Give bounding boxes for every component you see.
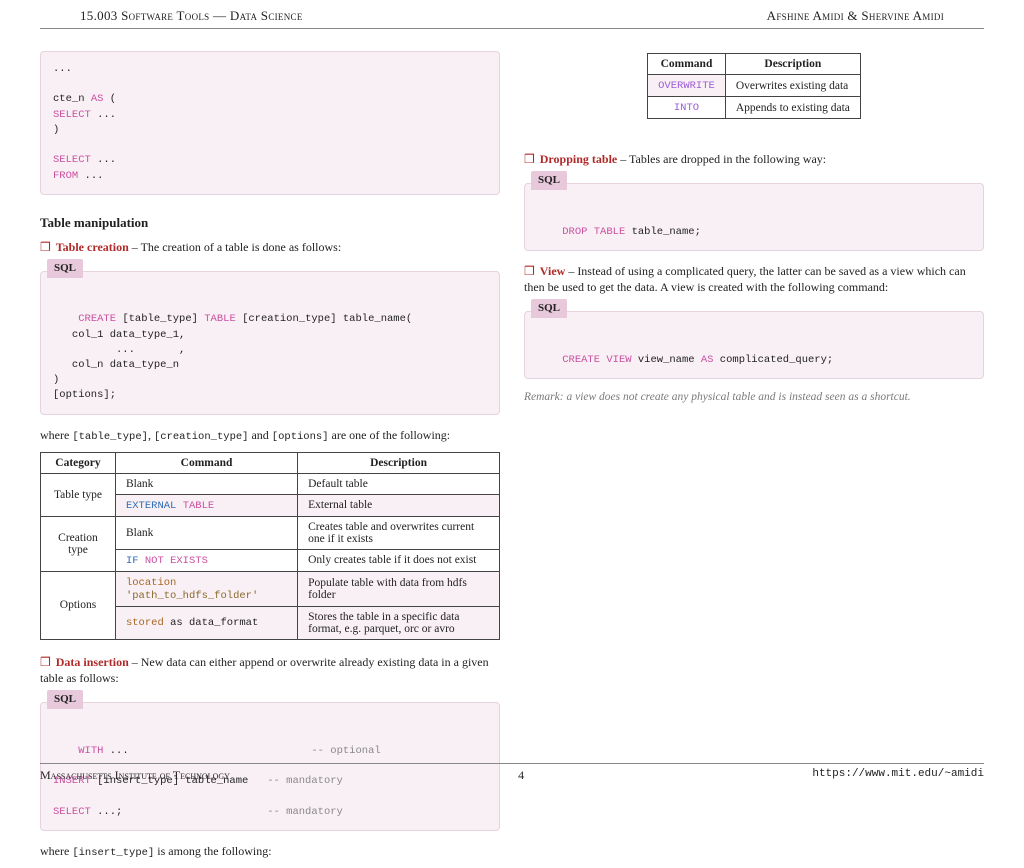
bullet-icon: ❒ [40,655,51,669]
page-footer: Massachusetts Institute of Technology 4 … [40,763,984,783]
left-column: ... cte_n AS ( SELECT ... ) SELECT ... F… [40,47,500,868]
dropping-table-text: – Tables are dropped in the following wa… [617,152,826,166]
table-creation-head: Table creation [56,240,129,254]
bullet-icon: ❒ [40,240,51,254]
sql-tag: SQL [531,171,567,190]
header-left: 15.003 Software Tools — Data Science [80,8,303,24]
header-right: Afshine Amidi & Shervine Amidi [767,8,944,24]
code-drop: SQL DROP TABLE table_name; [524,183,984,251]
sql-tag: SQL [531,299,567,318]
sql-tag: SQL [47,690,83,709]
code-view: SQL CREATE VIEW view_name AS complicated… [524,311,984,379]
page-header: 15.003 Software Tools — Data Science Afs… [40,0,984,29]
data-insertion-head: Data insertion [56,655,129,669]
bullet-icon: ❒ [524,152,535,166]
dropping-table-line: ❒ Dropping table – Tables are dropped in… [524,151,984,167]
sql-tag: SQL [47,259,83,278]
footer-page-number: 4 [518,768,524,783]
code-create-table: SQL CREATE [table_type] TABLE [creation_… [40,271,500,415]
view-line: ❒ View – Instead of using a complicated … [524,263,984,295]
where-line-1: where [table_type], [creation_type] and … [40,427,500,444]
bullet-icon: ❒ [524,264,535,278]
view-remark: Remark: a view does not create any physi… [524,391,984,403]
view-head: View [540,264,566,278]
code-cte-snippet: ... cte_n AS ( SELECT ... ) SELECT ... F… [40,51,500,195]
dropping-table-head: Dropping table [540,152,617,166]
table-insert-type: CommandDescriptionOVERWRITEOverwrites ex… [647,53,861,119]
footer-url: https://www.mit.edu/~amidi [812,768,984,783]
section-table-manipulation: Table manipulation [40,215,500,231]
table-creation-line: ❒ Table creation – The creation of a tab… [40,239,500,255]
where-line-2: where [insert_type] is among the followi… [40,843,500,860]
footer-institution: Massachusetts Institute of Technology [40,768,230,783]
right-column: CommandDescriptionOVERWRITEOverwrites ex… [524,47,984,868]
table-options: CategoryCommandDescriptionTable typeBlan… [40,452,500,640]
table-creation-text: – The creation of a table is done as fol… [129,240,341,254]
data-insertion-line: ❒ Data insertion – New data can either a… [40,654,500,686]
view-text: – Instead of using a complicated query, … [524,264,966,294]
